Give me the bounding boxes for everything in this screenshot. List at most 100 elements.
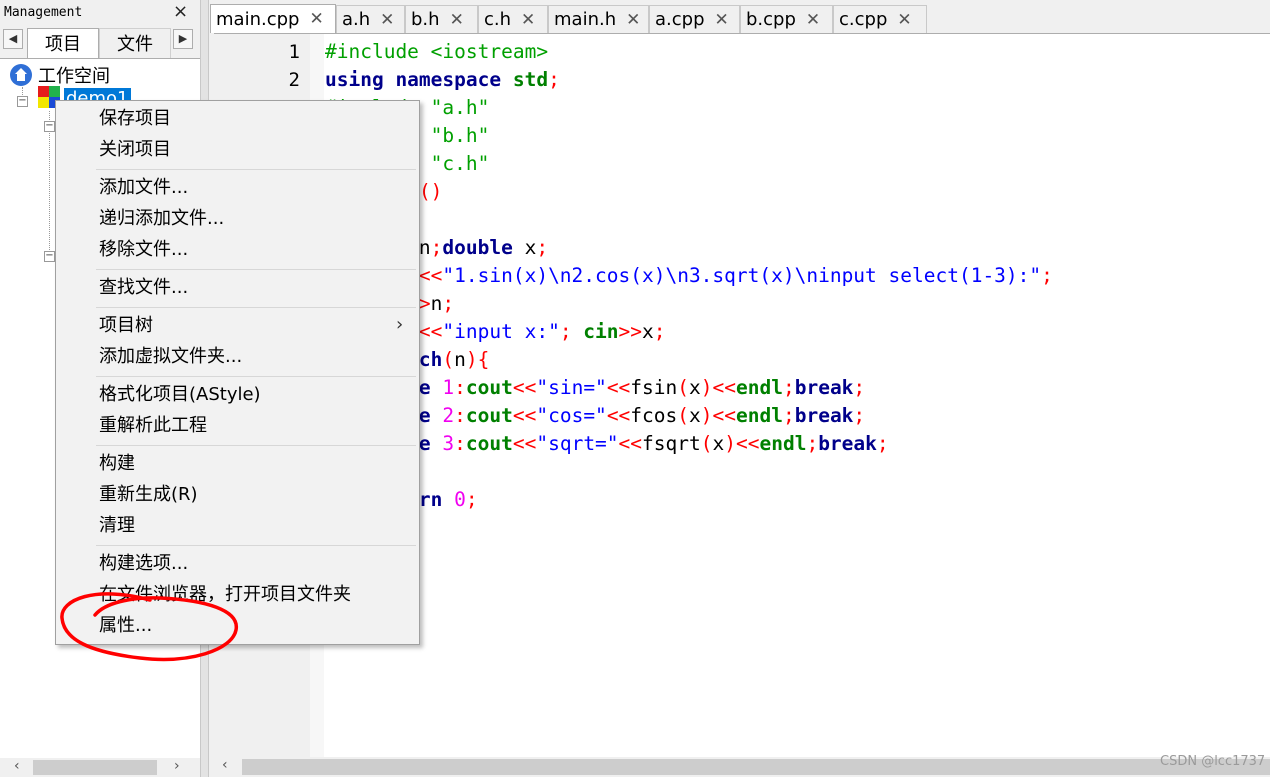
code-token: ( bbox=[442, 348, 455, 371]
code-token: double bbox=[442, 236, 525, 259]
code-token: n bbox=[418, 236, 431, 259]
code-token: ; bbox=[782, 404, 795, 427]
menu-item-find-file[interactable]: 查找文件... bbox=[99, 274, 188, 302]
code-token: ){ bbox=[465, 348, 490, 371]
tab-b-cpp[interactable]: b.cpp ✕ bbox=[740, 5, 833, 33]
code-token: << bbox=[512, 432, 537, 455]
tab-files[interactable]: 文件 bbox=[99, 28, 171, 58]
close-icon[interactable]: ✕ bbox=[626, 10, 640, 30]
code-token: cout bbox=[465, 404, 513, 427]
tab-a-cpp[interactable]: a.cpp ✕ bbox=[649, 5, 740, 33]
menu-separator bbox=[96, 376, 416, 377]
scroll-right-icon[interactable]: › bbox=[174, 758, 180, 774]
tree-item-workspace[interactable]: 工作空间 bbox=[10, 63, 110, 87]
menu-separator bbox=[96, 307, 416, 308]
code-token: >> bbox=[618, 320, 643, 343]
submenu-arrow-icon: › bbox=[396, 314, 404, 335]
tab-c-h[interactable]: c.h ✕ bbox=[478, 5, 548, 33]
collapse-icon[interactable]: − bbox=[17, 96, 28, 107]
menu-item-reparse-project[interactable]: 重解析此工程 bbox=[99, 412, 207, 440]
close-icon[interactable]: ✕ bbox=[521, 10, 535, 30]
editor-tab-bar: main.cpp ✕ a.h ✕ b.h ✕ c.h ✕ main.h ✕ a.… bbox=[210, 0, 1270, 33]
line-number: 1 bbox=[288, 41, 300, 63]
code-line[interactable]: using namespace std; bbox=[325, 66, 560, 94]
code-token: n bbox=[454, 348, 466, 371]
menu-item-save-project[interactable]: 保存项目 bbox=[99, 105, 171, 133]
close-icon[interactable]: ✕ bbox=[380, 10, 394, 30]
code-token: #include <iostream> bbox=[325, 40, 549, 63]
menu-item-properties[interactable]: 属性... bbox=[99, 612, 152, 640]
menu-separator bbox=[96, 269, 416, 270]
menu-item-add-virtual-folder[interactable]: 添加虚拟文件夹... bbox=[99, 343, 242, 371]
collapse-icon[interactable]: − bbox=[44, 121, 55, 132]
close-icon[interactable]: ✕ bbox=[715, 10, 729, 30]
code-token: ( bbox=[700, 432, 713, 455]
code-token: 1 bbox=[442, 376, 455, 399]
tree-horizontal-scrollbar[interactable]: ‹ › bbox=[0, 758, 200, 777]
menu-item-build[interactable]: 构建 bbox=[99, 450, 135, 478]
collapse-icon[interactable]: − bbox=[44, 251, 55, 262]
code-token: ( bbox=[677, 376, 690, 399]
menu-item-clean[interactable]: 清理 bbox=[99, 512, 135, 540]
menu-item-project-tree[interactable]: 项目树 bbox=[99, 312, 153, 340]
tab-main-cpp[interactable]: main.cpp ✕ bbox=[210, 4, 336, 33]
code-token: << bbox=[618, 432, 643, 455]
code-token: )<< bbox=[700, 376, 736, 399]
code-token: )<< bbox=[700, 404, 736, 427]
menu-item-add-files[interactable]: 添加文件... bbox=[99, 174, 188, 202]
line-number: 2 bbox=[288, 69, 300, 91]
tab-b-h[interactable]: b.h ✕ bbox=[405, 5, 478, 33]
menu-item-open-in-file-browser[interactable]: 在文件浏览器，打开项目文件夹 bbox=[99, 581, 351, 609]
menu-item-remove-files[interactable]: 移除文件... bbox=[99, 236, 188, 264]
close-icon[interactable]: ✕ bbox=[450, 10, 464, 30]
code-token: ; bbox=[853, 404, 866, 427]
tab-main-h[interactable]: main.h ✕ bbox=[548, 5, 649, 33]
code-token: ; bbox=[548, 68, 560, 91]
menu-separator bbox=[96, 169, 416, 170]
code-token: : bbox=[454, 404, 466, 427]
close-icon[interactable]: ✕ bbox=[897, 10, 911, 30]
scrollbar-thumb[interactable] bbox=[242, 759, 1270, 775]
code-token: fsin bbox=[630, 376, 678, 399]
scrollbar-thumb[interactable] bbox=[33, 760, 157, 775]
menu-item-add-files-recursive[interactable]: 递归添加文件... bbox=[99, 205, 224, 233]
menu-item-format-project[interactable]: 格式化项目(AStyle) bbox=[99, 381, 261, 409]
menu-item-build-options[interactable]: 构建选项... bbox=[99, 550, 188, 578]
close-icon[interactable]: ✕ bbox=[309, 9, 323, 29]
code-token: ; bbox=[1041, 264, 1053, 287]
watermark: CSDN @lcc1737 bbox=[1160, 754, 1266, 769]
code-line[interactable]: #include <iostream> bbox=[325, 38, 548, 66]
code-token: ; bbox=[653, 320, 666, 343]
scroll-left-icon[interactable]: ‹ bbox=[14, 758, 20, 774]
scroll-left-icon[interactable]: ‹ bbox=[222, 757, 228, 773]
code-token: ; bbox=[782, 376, 795, 399]
code-token: 2 bbox=[442, 404, 455, 427]
menu-item-rebuild[interactable]: 重新生成(R) bbox=[99, 481, 198, 509]
tab-project[interactable]: 项目 bbox=[27, 28, 99, 58]
code-line[interactable]: cout<<"1.sin(x)\n2.cos(x)\n3.sqrt(x)\nin… bbox=[325, 262, 1053, 290]
tab-scroll-left-button[interactable]: ◀ bbox=[3, 29, 23, 49]
close-icon[interactable]: ✕ bbox=[806, 10, 820, 30]
tab-c-cpp[interactable]: c.cpp ✕ bbox=[833, 5, 927, 33]
code-token: ; bbox=[559, 320, 584, 343]
code-token: ; bbox=[876, 432, 889, 455]
code-token: x bbox=[642, 320, 654, 343]
code-token: fcos bbox=[630, 404, 678, 427]
editor-horizontal-scrollbar[interactable]: ‹ bbox=[214, 757, 1270, 777]
code-token: () bbox=[418, 180, 443, 203]
code-token: break bbox=[818, 432, 877, 455]
code-token: break bbox=[794, 404, 854, 427]
code-token: endl bbox=[759, 432, 807, 455]
tree-item-label: 工作空间 bbox=[38, 66, 110, 87]
code-token: << bbox=[418, 264, 443, 287]
code-token: ; bbox=[430, 236, 443, 259]
tab-a-h[interactable]: a.h ✕ bbox=[336, 5, 405, 33]
code-token: x bbox=[689, 404, 701, 427]
code-token: x bbox=[712, 432, 725, 455]
tab-scroll-right-button[interactable]: ▶ bbox=[173, 29, 193, 49]
menu-item-close-project[interactable]: 关闭项目 bbox=[99, 136, 171, 164]
code-token: 3 bbox=[442, 432, 455, 455]
close-icon[interactable]: × bbox=[173, 2, 188, 22]
code-token: "1.sin(x)\n2.cos(x)\n3.sqrt(x)\ninput se… bbox=[442, 264, 1042, 287]
menu-separator bbox=[96, 545, 416, 546]
